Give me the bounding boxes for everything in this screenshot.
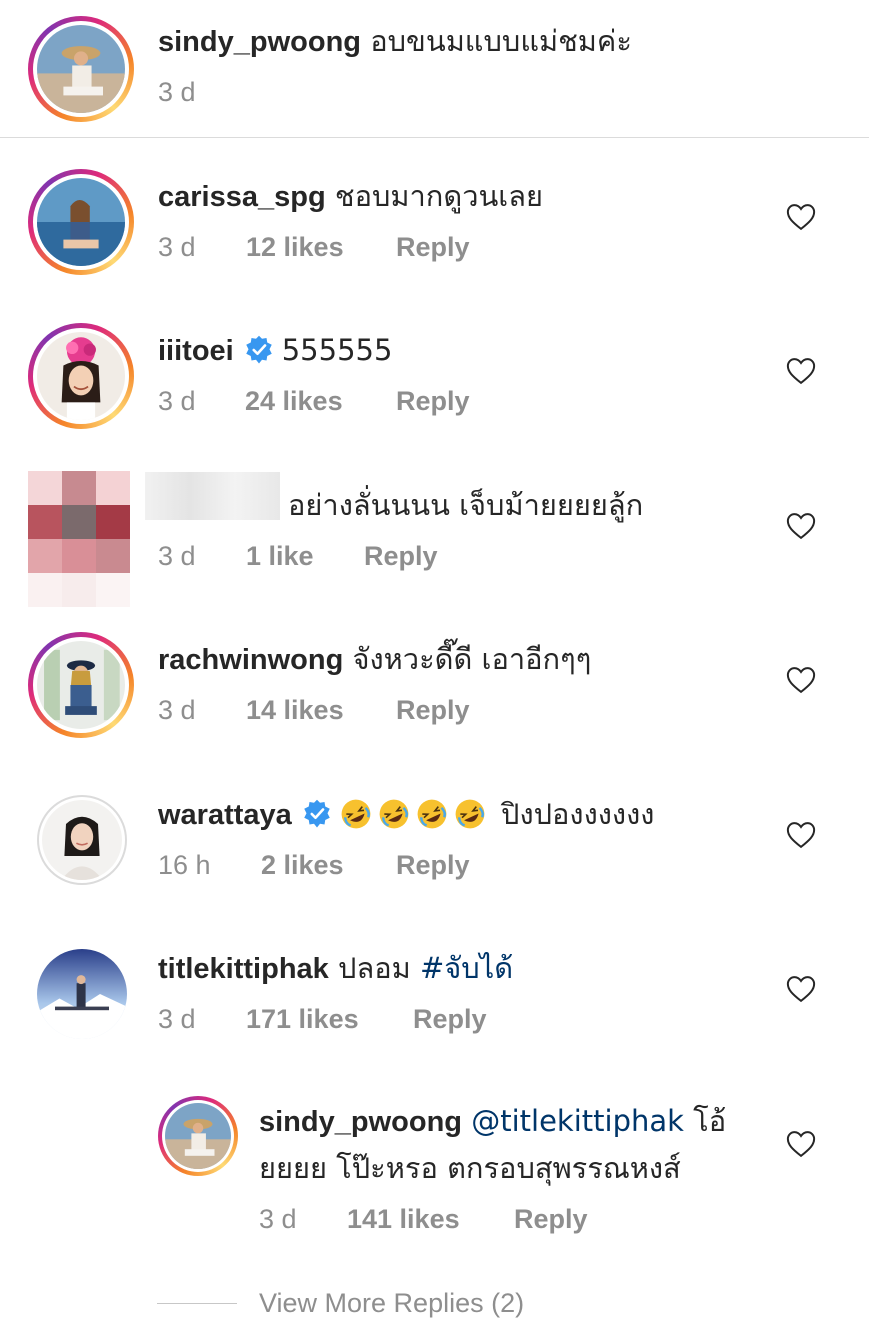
likes-count[interactable]: 1 like xyxy=(246,538,364,574)
comment-time: 16 h xyxy=(158,850,211,880)
reply-item: sindy_pwoong @titlekittiphak โอ้ ยยยย โป… xyxy=(0,1082,869,1262)
comment-text: อย่างลั่นนนน เจ็บม้ายยยยลู้ก xyxy=(288,488,644,522)
verified-badge-icon xyxy=(304,799,330,828)
avatar[interactable] xyxy=(37,949,127,1039)
comment-username[interactable]: titlekittiphak xyxy=(158,953,329,985)
comment-username[interactable]: warattaya xyxy=(158,799,292,831)
avatar[interactable] xyxy=(28,169,134,275)
avatar-photo-sindy xyxy=(165,1103,231,1169)
avatar-photo-warattaya xyxy=(42,800,122,880)
reply-username[interactable]: sindy_pwoong xyxy=(259,1106,462,1138)
comment-item: iiitoei 555555 3 d 24 likes Reply xyxy=(0,309,869,459)
heart-outline-icon[interactable] xyxy=(786,1130,816,1158)
avatar[interactable] xyxy=(37,795,127,885)
reply-text-line1: โอ้ xyxy=(693,1104,727,1138)
comment-item: rachwinwong จังหวะดี๊ดี เอาอีกๆๆ 3 d 14 l… xyxy=(0,618,869,768)
comment-item: carissa_spg ชอบมากดูวนเลย 3 d 12 likes Rep… xyxy=(0,155,869,305)
heart-outline-icon[interactable] xyxy=(786,666,816,694)
comment-time: 3 d xyxy=(158,1004,196,1034)
view-more-replies-label[interactable]: View More Replies (2) xyxy=(259,1288,524,1319)
comment-username[interactable]: carissa_spg xyxy=(158,181,326,213)
avatar[interactable] xyxy=(28,632,134,738)
likes-count[interactable]: 14 likes xyxy=(246,692,396,728)
heart-outline-icon[interactable] xyxy=(786,203,816,231)
hashtag-link[interactable]: #จับได้ xyxy=(420,951,513,985)
reply-button[interactable]: Reply xyxy=(396,847,470,883)
avatar-photo-iiitoei xyxy=(37,332,125,420)
avatar[interactable] xyxy=(28,323,134,429)
comment-time: 3 d xyxy=(158,386,196,416)
avatar-photo-carissa xyxy=(37,178,125,266)
rolling-laughing-emoji-icon xyxy=(341,799,371,829)
comment-time: 3 d xyxy=(158,232,196,262)
post-caption: sindy_pwoong อบขนมแบบแม่ชมค่ะ 3 d xyxy=(0,0,869,138)
rolling-laughing-emoji-icon xyxy=(417,799,447,829)
rolling-laughing-emoji-icon xyxy=(379,799,409,829)
comment-text: ชอบมากดูวนเลย xyxy=(334,179,543,213)
caption-text: อบขนมแบบแม่ชมค่ะ xyxy=(370,24,632,58)
likes-count[interactable]: 171 likes xyxy=(246,1001,413,1037)
reply-button[interactable]: Reply xyxy=(396,692,470,728)
likes-count[interactable]: 141 likes xyxy=(347,1201,514,1237)
comment-time: 3 d xyxy=(158,695,196,725)
comment-item: อย่างลั่นนนน เจ็บม้ายยยยลู้ก 3 d 1 like Re… xyxy=(0,464,869,614)
likes-count[interactable]: 2 likes xyxy=(261,847,396,883)
heart-outline-icon[interactable] xyxy=(786,357,816,385)
reply-button[interactable]: Reply xyxy=(514,1201,588,1237)
heart-outline-icon[interactable] xyxy=(786,821,816,849)
reply-time: 3 d xyxy=(259,1204,297,1234)
comment-text: ปลอม xyxy=(338,951,411,985)
comment-text: จังหวะดี๊ดี เอาอีกๆๆ xyxy=(352,642,592,676)
verified-badge-icon xyxy=(245,335,272,364)
heart-outline-icon[interactable] xyxy=(786,975,816,1003)
view-more-replies[interactable]: View More Replies (2) xyxy=(157,1283,524,1323)
comment-text: ปิงปองงงงงง xyxy=(501,797,655,831)
reply-button[interactable]: Reply xyxy=(396,229,470,265)
avatar-photo-titlekittiphak xyxy=(37,949,127,1039)
comment-username[interactable]: iiitoei xyxy=(158,335,234,367)
caption-username[interactable]: sindy_pwoong xyxy=(158,26,361,58)
divider-line xyxy=(157,1302,237,1304)
reply-text-line2: ยยยย โป๊ะหรอ ตกรอบสุพรรณหงส์ xyxy=(259,1151,681,1185)
comment-time: 3 d xyxy=(158,541,196,571)
comment-username[interactable]: rachwinwong xyxy=(158,644,343,676)
avatar-photo-sindy xyxy=(37,25,125,113)
reply-button[interactable]: Reply xyxy=(396,383,470,419)
avatar[interactable] xyxy=(28,16,134,122)
comment-text: 555555 xyxy=(281,333,393,367)
likes-count[interactable]: 12 likes xyxy=(246,229,396,265)
caption-time: 3 d xyxy=(158,77,196,107)
rolling-laughing-emoji-icon xyxy=(455,799,485,829)
comment-item: warattaya ปิงปองงงงงง 16 h 2 likes Reply xyxy=(0,773,869,923)
mention-link[interactable]: @titlekittiphak xyxy=(471,1104,684,1138)
comment-item: titlekittiphak ปลอม #จับได้ 3 d 171 likes… xyxy=(0,927,869,1077)
avatar-photo-rachwinwong xyxy=(37,641,125,729)
avatar[interactable] xyxy=(158,1096,238,1176)
reply-button[interactable]: Reply xyxy=(413,1001,487,1037)
reply-button[interactable]: Reply xyxy=(364,538,438,574)
likes-count[interactable]: 24 likes xyxy=(245,383,396,419)
heart-outline-icon[interactable] xyxy=(786,512,816,540)
